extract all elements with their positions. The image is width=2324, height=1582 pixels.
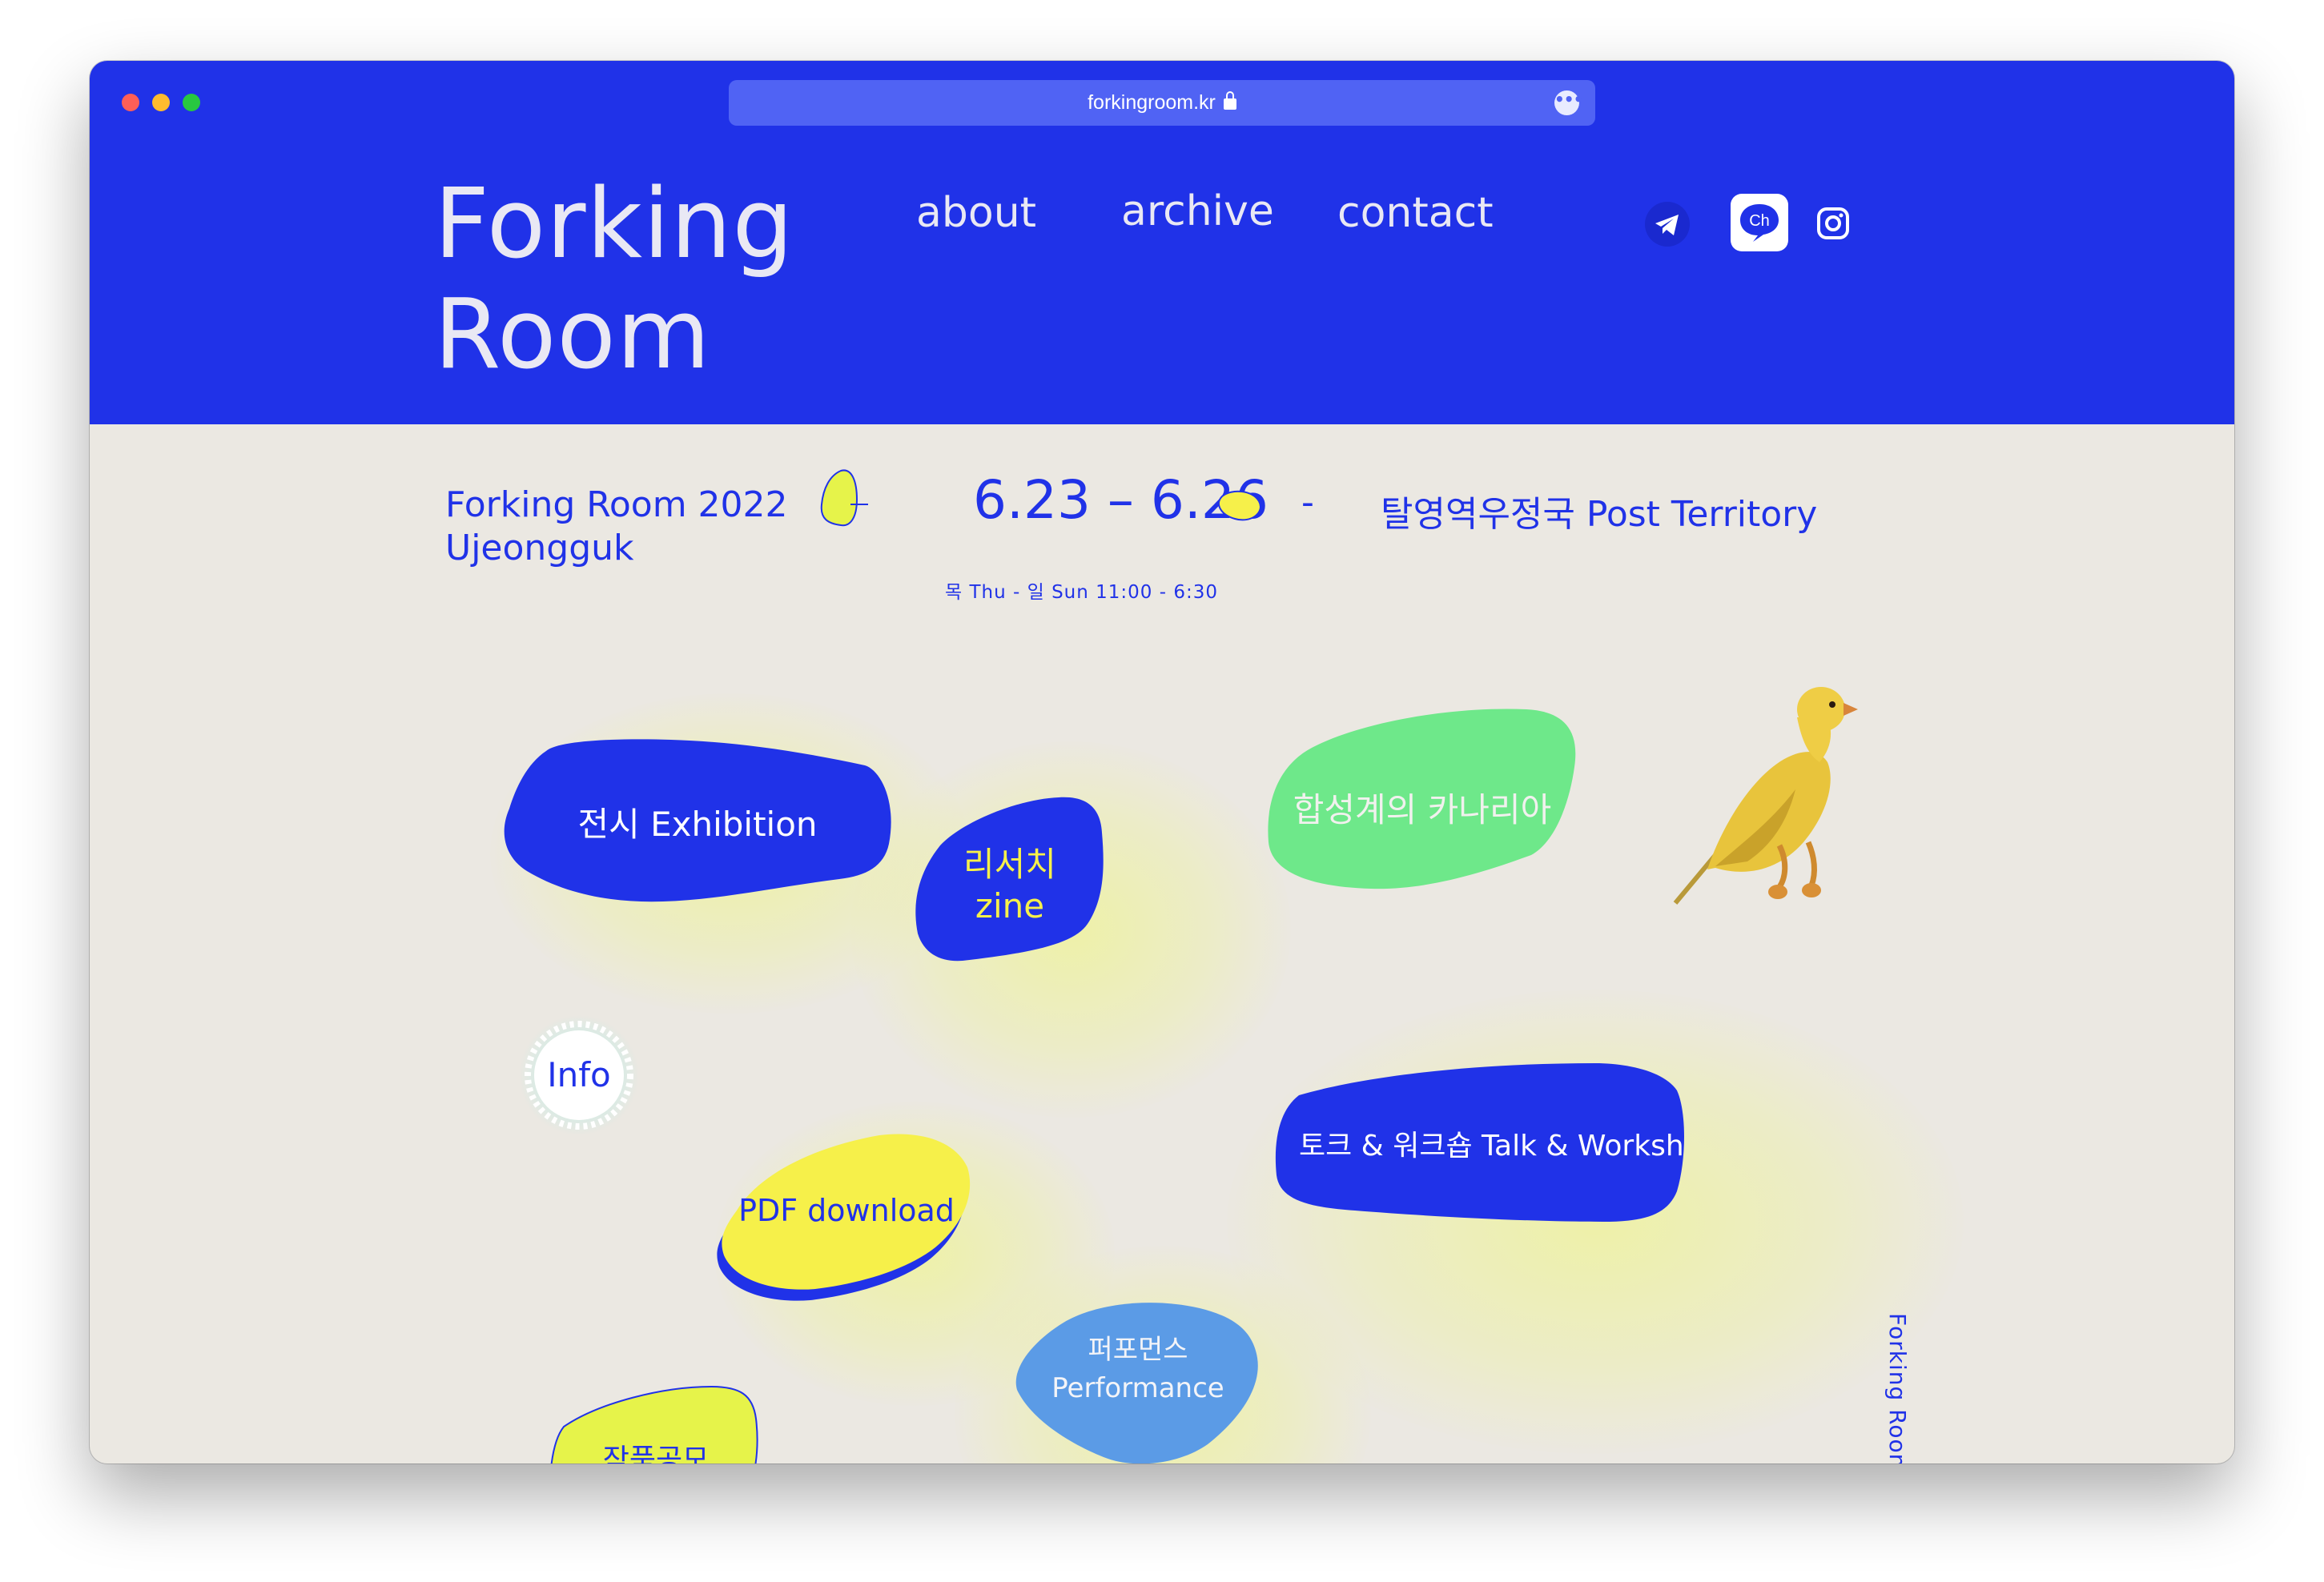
event-title-line-2: Ujeongguk xyxy=(445,528,634,568)
url-display[interactable]: forkingroom.kr xyxy=(729,91,1595,114)
venue-dash: - xyxy=(1301,482,1314,523)
nav-about-link[interactable]: about xyxy=(916,189,1036,237)
talk-workshop-label: 토크 & 워크숍 Talk & Workshop xyxy=(1299,1130,1685,1162)
canary-bird-image xyxy=(1673,687,1858,905)
event-hours: 목 Thu - 일 Sun 11:00 - 6:30 xyxy=(945,582,1218,603)
more-options-icon[interactable]: ••• xyxy=(1554,90,1583,115)
zoom-window-button[interactable] xyxy=(183,94,200,111)
event-title-line-1: Forking Room 2022 xyxy=(445,484,788,525)
performance-label: 퍼포먼스 Performance xyxy=(1015,1331,1261,1407)
pdf-download-button[interactable]: PDF download xyxy=(717,1134,974,1301)
decorative-yellow-blob xyxy=(820,469,868,527)
zine-label-line-2: zine xyxy=(975,886,1045,926)
lock-icon xyxy=(1223,91,1236,110)
exhibition-label: 전시 Exhibition xyxy=(577,805,818,844)
site-header: forkingroom.kr ••• Forking Room about ar… xyxy=(90,61,2234,424)
canary-button[interactable]: 합성계의 카나리아 xyxy=(1267,706,1578,892)
talk-workshop-button[interactable]: 토크 & 워크숍 Talk & Workshop xyxy=(1275,1063,1685,1222)
canary-label: 합성계의 카나리아 xyxy=(1293,790,1552,829)
site-logo[interactable]: Forking Room xyxy=(434,170,794,391)
open-call-button[interactable]: 작품공모 xyxy=(550,1385,761,1464)
minimize-window-button[interactable] xyxy=(152,94,170,111)
telegram-link[interactable] xyxy=(1643,200,1691,248)
info-button[interactable]: Info xyxy=(519,1015,639,1135)
telegram-icon xyxy=(1645,202,1690,247)
info-label: Info xyxy=(547,1055,611,1094)
kakao-channel-link[interactable]: Ch xyxy=(1731,194,1788,251)
nav-contact-link[interactable]: contact xyxy=(1337,189,1494,237)
url-text: forkingroom.kr xyxy=(1088,91,1216,114)
vertical-site-label: Forking Room xyxy=(1884,1313,1911,1464)
performance-label-line-2: Performance xyxy=(1051,1372,1224,1404)
address-bar[interactable]: forkingroom.kr ••• xyxy=(729,80,1595,126)
performance-label-line-1: 퍼포먼스 xyxy=(1088,1334,1188,1366)
performance-button[interactable]: 퍼포먼스 Performance xyxy=(1015,1300,1261,1464)
zine-button[interactable]: 리서치 zine xyxy=(915,797,1105,962)
event-venue: 탈영역우정국 Post Territory xyxy=(1381,494,1818,535)
instagram-link[interactable] xyxy=(1816,207,1850,240)
instagram-icon xyxy=(1817,207,1849,239)
logo-line-1: Forking xyxy=(434,169,794,280)
exhibition-button[interactable]: 전시 Exhibition xyxy=(503,738,892,903)
browser-window: forkingroom.kr ••• Forking Room about ar… xyxy=(90,61,2234,1464)
pdf-download-label: PDF download xyxy=(738,1193,955,1228)
kakao-channel-label: Ch xyxy=(1749,212,1770,230)
nav-archive-link[interactable]: archive xyxy=(1121,187,1274,235)
zine-label: 리서치 zine xyxy=(915,844,1105,927)
close-window-button[interactable] xyxy=(122,94,139,111)
decorative-yellow-dot xyxy=(1218,490,1261,521)
event-title: Forking Room 2022 Ujeongguk xyxy=(445,484,788,570)
logo-line-2: Room xyxy=(434,279,711,391)
open-call-label: 작품공모 xyxy=(602,1443,710,1464)
zine-label-line-1: 리서치 xyxy=(963,845,1056,884)
